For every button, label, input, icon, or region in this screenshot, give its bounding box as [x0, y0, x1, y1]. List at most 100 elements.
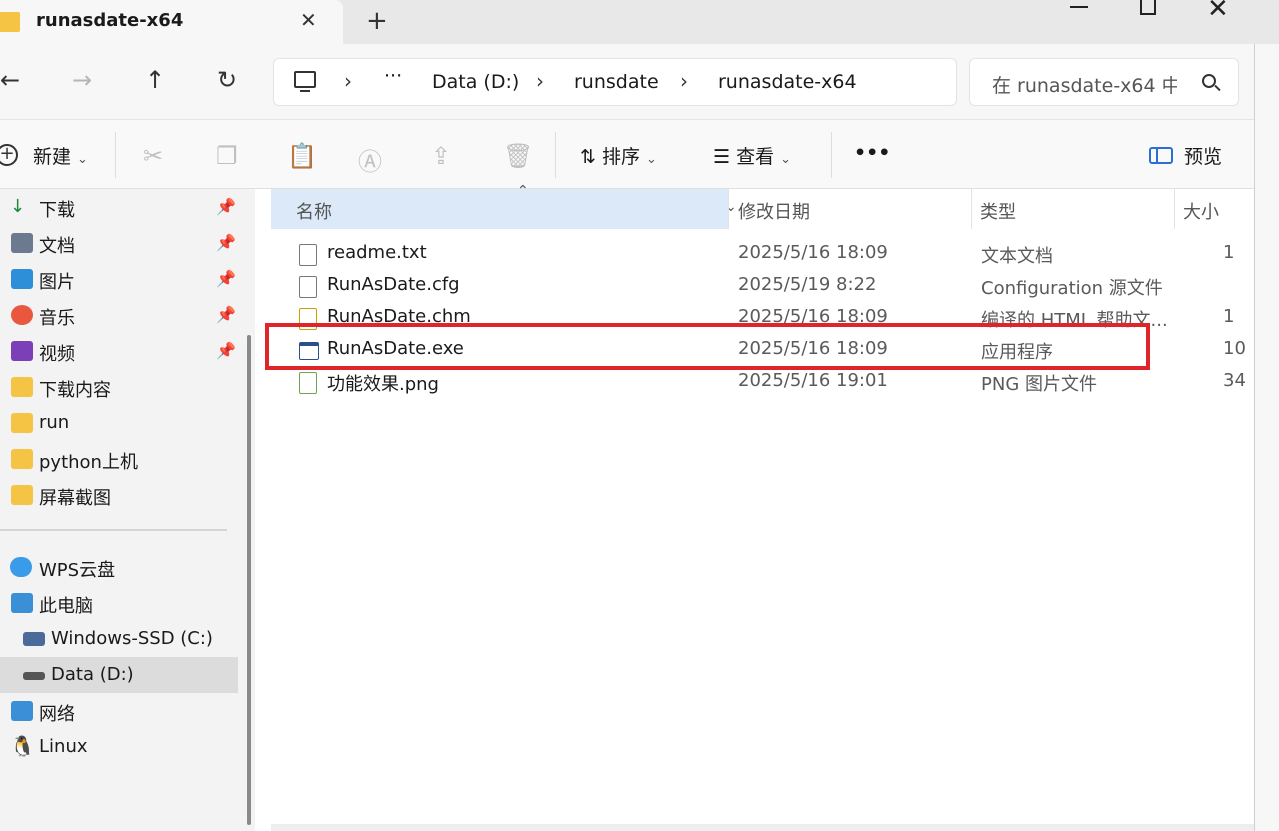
sidebar-item-d-drive[interactable]: Data (D:): [0, 657, 238, 693]
horizontal-scrollbar[interactable]: [271, 824, 1254, 831]
breadcrumb-runsdate[interactable]: runsdate: [574, 71, 659, 93]
sidebar-item-this-pc[interactable]: 此电脑: [0, 585, 238, 621]
back-button[interactable]: ←: [0, 66, 20, 94]
sidebar-item-label: run: [39, 412, 70, 433]
sidebar-item-label: 网络: [39, 704, 75, 725]
folder-icon: [0, 12, 20, 32]
tab-runasdate[interactable]: runasdate-x64 ✕: [0, 0, 343, 44]
search-box[interactable]: 在 runasdate-x64 中: [969, 58, 1239, 106]
maximize-button[interactable]: [1140, 0, 1156, 15]
sidebar-item-screenshots[interactable]: 屏幕截图: [0, 477, 238, 513]
chevron-down-icon: ⌄: [645, 152, 657, 167]
file-type: 编译的 HTML 帮助文...: [981, 310, 1168, 331]
folder-icon: [11, 413, 33, 433]
divider: [0, 529, 227, 531]
column-header-size[interactable]: 大小: [1174, 189, 1254, 229]
close-window-button[interactable]: ✕: [1207, 0, 1229, 24]
sidebar-scrollbar[interactable]: [241, 189, 255, 831]
up-button[interactable]: ↑: [145, 66, 165, 94]
table-row[interactable]: RunAsDate.cfg 2025/5/19 8:22 Configurati…: [271, 271, 1254, 303]
chevron-right-icon[interactable]: ›: [680, 69, 688, 93]
file-size: 1: [1223, 306, 1235, 327]
sidebar-item-label: 音乐: [39, 308, 75, 329]
cut-icon[interactable]: ✂: [143, 142, 163, 170]
column-header-name[interactable]: ⌃ 名称 ⌄: [271, 183, 737, 229]
computer-icon[interactable]: [294, 71, 316, 92]
breadcrumb-runasdate-x64[interactable]: runasdate-x64: [718, 71, 857, 93]
breadcrumb-data-d[interactable]: Data (D:): [432, 71, 519, 93]
file-type: 文本文档: [981, 246, 1053, 267]
window-edge: [1254, 44, 1279, 831]
command-bar: + 新建 ⌄ ✂ ❐ 📋 Ⓐ ⇪ 🗑 ⇅ 排序 ⌄ ☰ 查看 ⌄ ••• 预览: [0, 119, 1254, 189]
sidebar-item-run[interactable]: run: [0, 405, 238, 441]
sidebar-item-documents[interactable]: 文档 📌: [0, 225, 238, 261]
chevron-down-icon: ⌄: [780, 152, 791, 167]
drive-icon: [23, 672, 45, 680]
paste-icon[interactable]: 📋: [287, 142, 317, 170]
minimize-button[interactable]: [1070, 6, 1088, 8]
new-button[interactable]: 新建 ⌄: [33, 142, 88, 169]
address-bar[interactable]: › ··· Data (D:) › runsdate › runasdate-x…: [273, 58, 957, 106]
chevron-right-icon[interactable]: ›: [536, 69, 544, 93]
sidebar-item-wps-cloud[interactable]: WPS云盘: [0, 549, 238, 585]
chevron-right-icon[interactable]: ›: [344, 69, 352, 93]
sidebar-item-label: 下载内容: [39, 380, 111, 401]
pin-icon[interactable]: 📌: [216, 305, 236, 324]
pictures-icon: [11, 269, 33, 289]
table-row[interactable]: readme.txt 2025/5/16 18:09 文本文档 1: [271, 239, 1254, 271]
sidebar-item-downloads-folder[interactable]: 下载内容: [0, 369, 238, 405]
preview-pane-icon[interactable]: [1149, 147, 1173, 164]
file-size: 34: [1223, 370, 1246, 391]
image-file-icon: [299, 372, 317, 394]
breadcrumb-overflow[interactable]: ···: [384, 65, 402, 87]
share-icon[interactable]: ⇪: [431, 142, 451, 170]
column-header-type[interactable]: 类型: [971, 189, 1174, 229]
refresh-button[interactable]: ↻: [217, 66, 237, 94]
linux-icon: 🐧: [10, 734, 35, 758]
pin-icon[interactable]: 📌: [216, 197, 236, 216]
pin-icon[interactable]: 📌: [216, 341, 236, 360]
preview-button[interactable]: 预览: [1184, 142, 1222, 169]
sidebar-item-downloads[interactable]: ↓ 下载 📌: [0, 189, 238, 225]
copy-icon[interactable]: ❐: [216, 142, 238, 170]
table-row[interactable]: RunAsDate.chm 2025/5/16 18:09 编译的 HTML 帮…: [271, 303, 1254, 335]
sidebar-item-linux[interactable]: 🐧 Linux: [0, 729, 238, 765]
sidebar-item-label: Windows-SSD (C:): [51, 628, 213, 649]
sidebar-item-videos[interactable]: 视频 📌: [0, 333, 238, 369]
search-input[interactable]: 在 runasdate-x64 中: [992, 71, 1177, 98]
title-bar: runasdate-x64 ✕ + ✕: [0, 0, 1279, 44]
sidebar-item-pictures[interactable]: 图片 📌: [0, 261, 238, 297]
pin-icon[interactable]: 📌: [216, 269, 236, 288]
rename-icon[interactable]: Ⓐ: [358, 142, 382, 177]
view-button[interactable]: ☰ 查看 ⌄: [713, 142, 791, 169]
plus-icon[interactable]: +: [0, 144, 18, 166]
delete-icon[interactable]: 🗑: [503, 142, 533, 170]
sidebar-item-label: Linux: [39, 736, 88, 757]
table-row[interactable]: 功能效果.png 2025/5/16 19:01 PNG 图片文件 34: [271, 367, 1254, 399]
file-type: 应用程序: [981, 342, 1053, 363]
file-date: 2025/5/16 18:09: [738, 338, 888, 359]
column-header-date[interactable]: 修改日期: [728, 189, 971, 229]
search-icon[interactable]: [1202, 74, 1216, 88]
table-row[interactable]: RunAsDate.exe 2025/5/16 18:09 应用程序 10: [271, 335, 1254, 367]
view-icon: ☰: [713, 146, 737, 168]
sort-button[interactable]: ⇅ 排序 ⌄: [580, 142, 657, 169]
sort-ascending-icon: ⌃: [517, 183, 529, 199]
sidebar-item-python[interactable]: python上机: [0, 441, 238, 477]
file-date: 2025/5/16 18:09: [738, 242, 888, 263]
file-date: 2025/5/19 8:22: [738, 274, 877, 295]
sort-icon: ⇅: [580, 146, 602, 168]
file-name: RunAsDate.chm: [327, 306, 471, 327]
forward-button[interactable]: →: [72, 66, 92, 94]
new-tab-button[interactable]: +: [366, 6, 388, 36]
file-type: Configuration 源文件: [981, 278, 1163, 299]
sidebar-item-network[interactable]: 网络: [0, 693, 238, 729]
pin-icon[interactable]: 📌: [216, 233, 236, 252]
sidebar-item-label: 下载: [39, 200, 75, 221]
scrollbar-thumb[interactable]: [247, 335, 251, 825]
close-tab-button[interactable]: ✕: [300, 8, 317, 32]
sidebar-item-c-drive[interactable]: Windows-SSD (C:): [0, 621, 238, 657]
sidebar-item-music[interactable]: 音乐 📌: [0, 297, 238, 333]
more-options-button[interactable]: •••: [854, 142, 890, 164]
sidebar-item-label: python上机: [39, 452, 138, 473]
